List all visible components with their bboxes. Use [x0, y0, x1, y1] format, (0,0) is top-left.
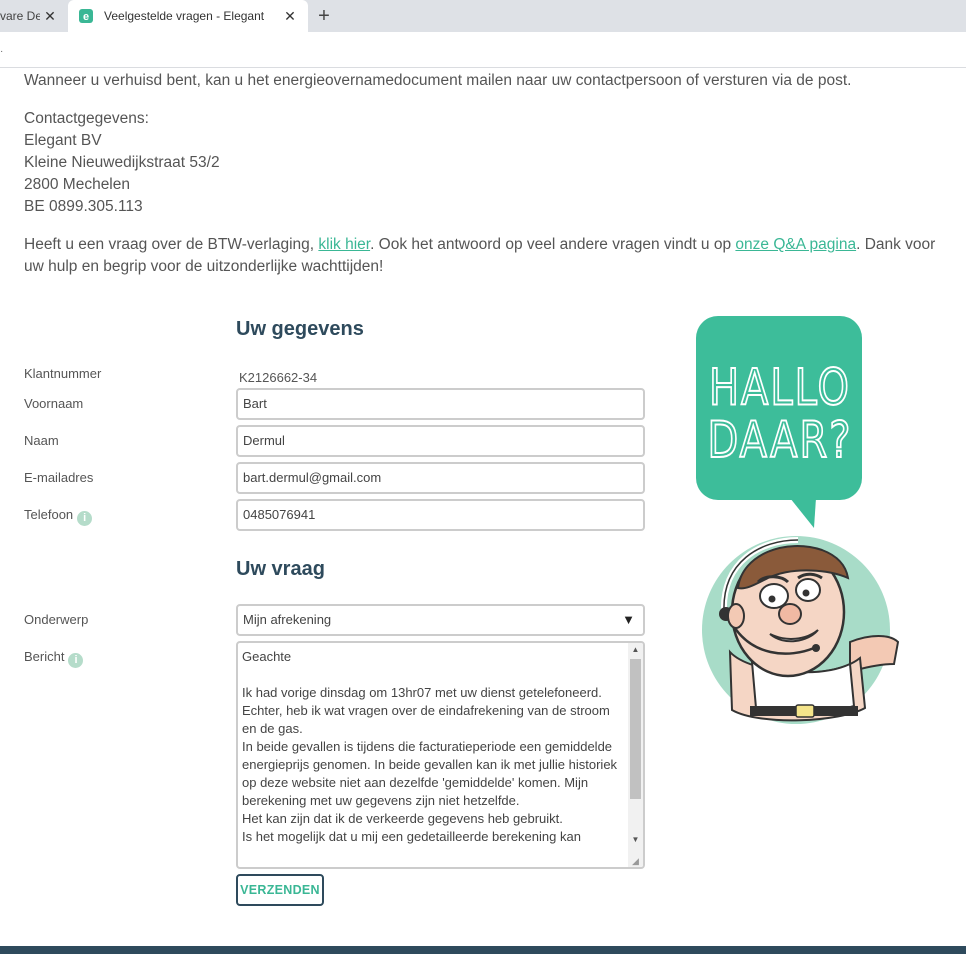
- btw-text-1: Heeft u een vraag over de BTW-verlaging,: [24, 236, 319, 253]
- bericht-textarea[interactable]: Geachte Ik had vorige dinsdag om 13hr07 …: [236, 641, 645, 869]
- browser-tab-active[interactable]: e Veelgestelde vragen - Elegant ✕: [68, 0, 308, 32]
- bubble-text-line2: DAAR?: [708, 411, 853, 470]
- btw-paragraph: Heeft u een vraag over de BTW-verlaging,…: [24, 234, 959, 278]
- resize-grip-icon[interactable]: ◢: [632, 856, 642, 866]
- scroll-up-arrow-icon[interactable]: ▲: [628, 645, 643, 657]
- browser-tab-title: Veelgestelde vragen - Elegant: [104, 9, 265, 23]
- mascot-eye-right: [795, 578, 821, 602]
- browser-tab-strip: vare De ✕ e Veelgestelde vragen - Elegan…: [0, 0, 966, 32]
- address-bar[interactable]: ·: [0, 32, 966, 68]
- scroll-down-arrow-icon[interactable]: ▼: [628, 835, 643, 847]
- onderwerp-selected-value: Mijn afrekening: [243, 612, 332, 627]
- telefoon-input[interactable]: 0485076941: [236, 499, 645, 531]
- label-telefoon-row: Telefoon i: [24, 507, 93, 526]
- browser-tab-title: vare De: [0, 9, 40, 23]
- address-bar-edge: ·: [0, 46, 4, 57]
- label-bericht: Bericht: [24, 649, 65, 664]
- email-input[interactable]: bart.dermul@gmail.com: [236, 462, 645, 494]
- bericht-text: Geachte Ik had vorige dinsdag om 13hr07 …: [242, 649, 618, 844]
- close-tab-icon[interactable]: ✕: [42, 8, 58, 24]
- label-voornaam: Voornaam: [24, 396, 84, 411]
- section-title-vraag: Uw vraag: [236, 558, 325, 580]
- info-icon[interactable]: i: [77, 511, 93, 526]
- bubble-text-line1: HALLO: [709, 358, 851, 417]
- elegant-favicon-icon: e: [79, 9, 93, 23]
- label-klantnummer: Klantnummer: [24, 366, 102, 381]
- label-onderwerp: Onderwerp: [24, 612, 89, 627]
- klantnummer-value: K2126662-34: [239, 370, 318, 385]
- contact-vat: BE 0899.305.113: [24, 198, 143, 215]
- dropdown-arrow-icon: ▼: [622, 612, 635, 627]
- section-title-gegevens: Uw gegevens: [236, 318, 364, 340]
- mascot-illustration: HALLO DAAR?: [696, 316, 900, 724]
- contact-details: Contactgegevens: Elegant BV Kleine Nieuw…: [24, 108, 220, 218]
- submit-button[interactable]: VERZENDEN: [236, 874, 324, 906]
- scroll-thumb[interactable]: [630, 659, 641, 799]
- mascot-pupil-left: [768, 595, 776, 603]
- label-bericht-row: Bericht i: [24, 649, 84, 668]
- voornaam-input[interactable]: Bart: [236, 388, 645, 420]
- mascot-nose: [778, 603, 802, 625]
- mascot-eye-left: [759, 583, 789, 609]
- moving-info-paragraph: Wanneer u verhuisd bent, kan u het energ…: [24, 72, 852, 89]
- mascot-buckle: [795, 704, 815, 718]
- btw-text-2: . Ook het antwoord op veel andere vragen…: [370, 236, 736, 253]
- contact-street: Kleine Nieuwedijkstraat 53/2: [24, 154, 220, 171]
- onderwerp-select[interactable]: Mijn afrekening ▼: [236, 604, 645, 636]
- contact-heading: Contactgegevens:: [24, 110, 149, 127]
- mascot-pupil-right: [802, 589, 810, 597]
- new-tab-button[interactable]: +: [314, 6, 334, 26]
- label-email: E-mailadres: [24, 470, 94, 485]
- svg-text:e: e: [83, 11, 89, 23]
- label-telefoon: Telefoon: [24, 507, 74, 522]
- browser-tab-previous[interactable]: vare De ✕: [0, 0, 68, 32]
- contact-company: Elegant BV: [24, 132, 102, 149]
- close-tab-icon[interactable]: ✕: [282, 8, 298, 24]
- textarea-scrollbar[interactable]: ▲ ▼: [628, 643, 643, 867]
- speech-bubble-tail: [790, 498, 816, 528]
- headset-mic-tip: [812, 644, 820, 652]
- mascot-ear: [727, 603, 745, 629]
- qa-page-link[interactable]: onze Q&A pagina: [735, 236, 856, 253]
- footer-bar: [0, 946, 966, 954]
- btw-link[interactable]: klik hier: [318, 236, 370, 253]
- info-icon[interactable]: i: [68, 653, 84, 668]
- label-naam: Naam: [24, 433, 59, 448]
- naam-input[interactable]: Dermul: [236, 425, 645, 457]
- contact-city: 2800 Mechelen: [24, 176, 130, 193]
